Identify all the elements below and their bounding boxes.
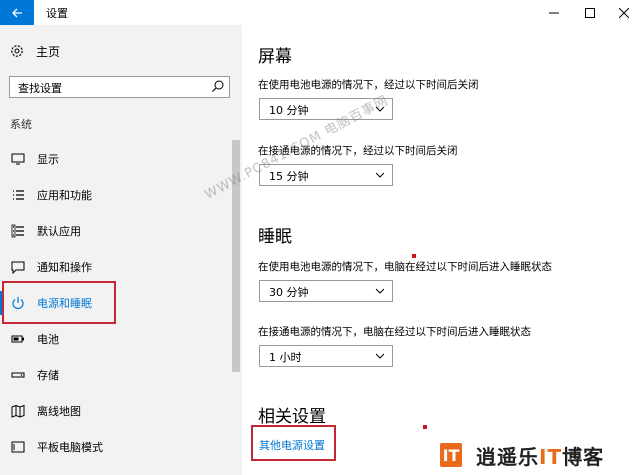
sidebar-item-label: 存储 [37,369,59,382]
sidebar-item-notifications[interactable]: 通知和操作 [0,255,232,279]
sleep-battery-dropdown[interactable]: 30 分钟 [259,280,393,302]
sidebar-item-label: 默认应用 [37,225,81,238]
maximize-icon [585,7,595,18]
sidebar-item-battery[interactable]: 电池 [0,327,232,351]
chevron-down-icon [375,353,385,359]
chevron-down-icon [375,288,385,294]
home-label: 主页 [36,44,61,59]
highlight-frame [2,281,116,324]
sidebar-item-storage[interactable]: 存储 [0,363,232,387]
sidebar-item-label: 电池 [37,333,59,346]
red-dot [423,425,427,429]
window-title: 设置 [46,7,68,20]
notification-icon [11,261,25,274]
screen-plugged-dropdown[interactable]: 15 分钟 [259,164,393,186]
apps-list-icon [13,190,24,200]
sidebar-item-offline-maps[interactable]: 离线地图 [0,399,232,423]
section-heading-related: 相关设置 [258,407,326,427]
sleep-battery-desc: 在使用电池电源的情况下，电脑在经过以下时间后进入睡眠状态 [258,261,552,273]
back-arrow-icon [12,8,22,17]
title-bar: 设置 [0,0,642,25]
highlight-frame [251,425,336,461]
logo-text: 逍遥乐IT博客 [476,444,605,469]
back-button[interactable] [0,0,34,25]
sidebar-item-apps[interactable]: 应用和功能 [0,183,232,207]
dropdown-value: 10 分钟 [269,104,309,117]
default-apps-icon [11,224,24,238]
sidebar-item-label: 通知和操作 [37,261,92,274]
close-icon [619,7,629,18]
sleep-plugged-dropdown[interactable]: 1 小时 [259,345,393,367]
sidebar: 主页 查找设置 系统 显示 应用和功能 默认应用 通知和操作 电源和睡眠 电池 … [0,25,242,475]
storage-icon [11,372,25,378]
dropdown-value: 1 小时 [269,351,302,364]
sidebar-item-display[interactable]: 显示 [0,147,232,171]
sidebar-item-tablet-mode[interactable]: 平板电脑模式 [0,435,232,459]
logo-mark-icon: IT [440,443,462,467]
close-button[interactable] [606,0,642,25]
search-icon [212,80,224,92]
map-icon [11,404,25,418]
section-heading-sleep: 睡眠 [258,227,292,247]
section-label: 系统 [10,118,32,131]
main-panel: 屏幕 在使用电池电源的情况下，经过以下时间后关闭 10 分钟 在接通电源的情况下… [242,25,642,475]
chevron-down-icon [375,172,385,178]
screen-battery-desc: 在使用电池电源的情况下，经过以下时间后关闭 [258,79,479,91]
red-dot [412,254,416,258]
display-icon [11,153,25,165]
search-input[interactable]: 查找设置 [9,76,230,98]
sidebar-item-label: 显示 [37,153,59,166]
maximize-button[interactable] [572,0,608,25]
sidebar-item-default-apps[interactable]: 默认应用 [0,219,232,243]
sidebar-home[interactable]: 主页 [10,41,60,61]
minimize-icon [549,12,559,13]
sleep-plugged-desc: 在接通电源的情况下，电脑在经过以下时间后进入睡眠状态 [258,326,531,338]
sidebar-item-label: 离线地图 [37,405,81,418]
dropdown-value: 30 分钟 [269,286,309,299]
tablet-icon [11,441,25,453]
sidebar-item-label: 应用和功能 [37,189,92,202]
dropdown-value: 15 分钟 [269,170,309,183]
gear-icon [11,45,23,57]
battery-icon [11,335,24,343]
site-logo: IT 逍遥乐IT博客 [440,440,604,470]
section-heading-screen: 屏幕 [258,47,292,67]
search-placeholder: 查找设置 [18,82,62,95]
sidebar-item-label: 平板电脑模式 [37,441,103,454]
minimize-button[interactable] [536,0,572,25]
